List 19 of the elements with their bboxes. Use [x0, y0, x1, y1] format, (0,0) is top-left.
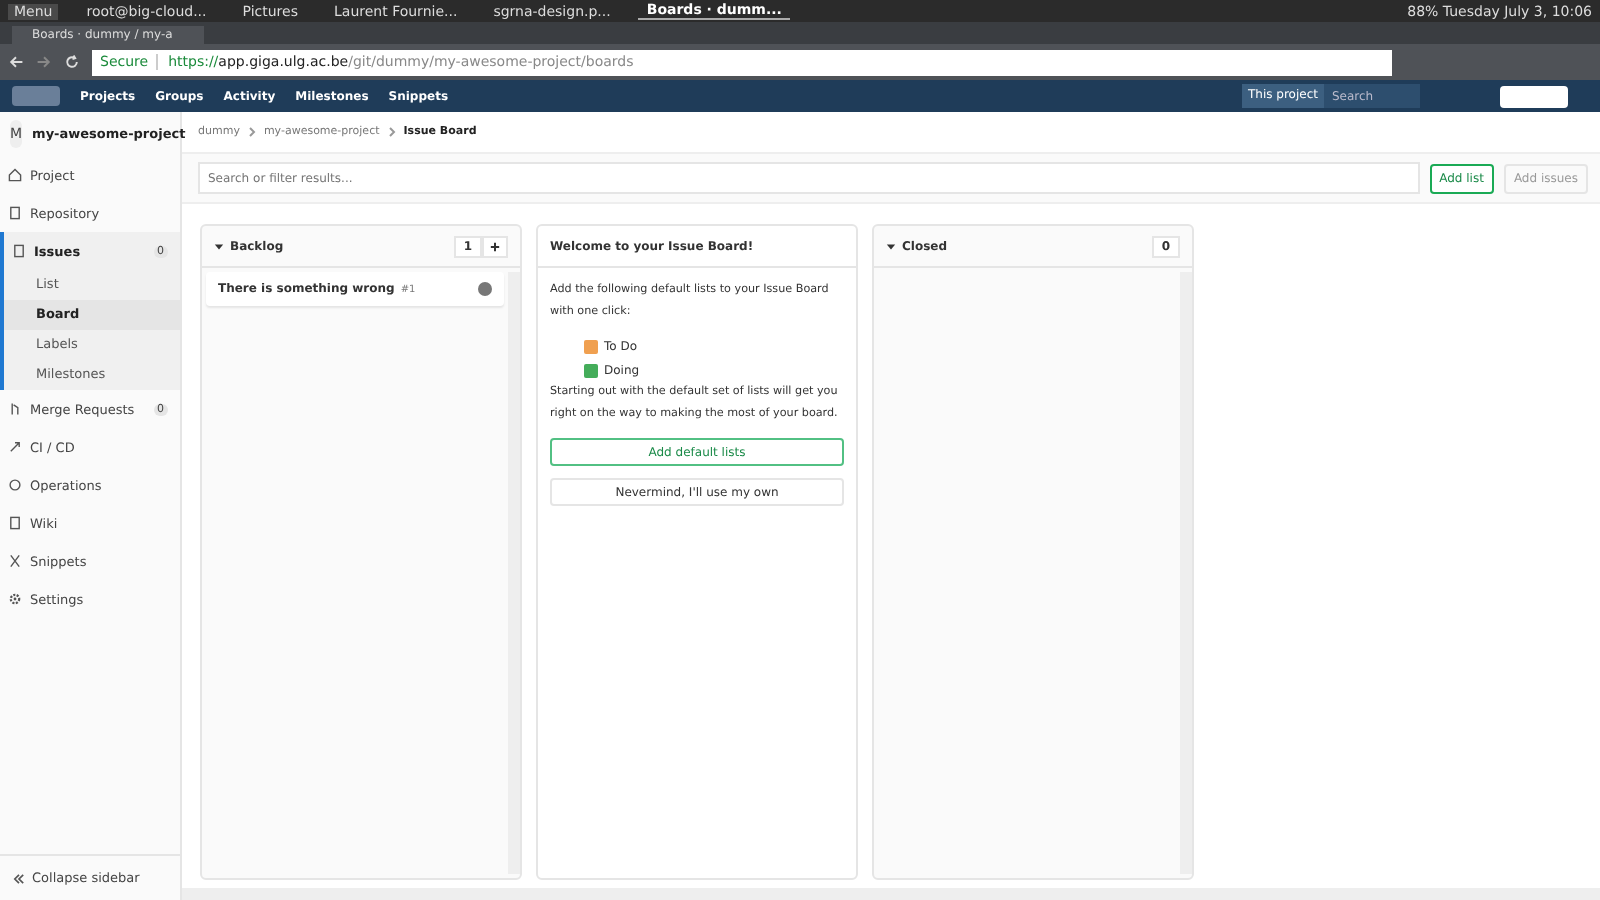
home-icon	[8, 168, 22, 182]
chevron-icon	[385, 126, 398, 138]
back-icon[interactable]	[8, 54, 24, 70]
user-avatar[interactable]	[1500, 85, 1568, 107]
chevron-icon	[245, 126, 258, 138]
double-chevron-icon	[12, 871, 26, 886]
gear-icon	[8, 592, 22, 606]
scissors-icon	[8, 554, 22, 568]
doc-icon	[8, 206, 22, 220]
merge-icon	[8, 402, 22, 416]
scrollbar[interactable]	[1180, 272, 1192, 874]
scrollbar[interactable]	[508, 272, 520, 874]
assignee-avatar	[478, 282, 492, 296]
reload-icon[interactable]	[64, 54, 80, 70]
caret-icon[interactable]	[214, 241, 224, 251]
add-issue-button[interactable]	[482, 235, 508, 257]
plus-icon	[490, 241, 500, 251]
horizontal-scrollbar[interactable]	[182, 888, 1600, 900]
caret-icon[interactable]	[886, 241, 896, 251]
